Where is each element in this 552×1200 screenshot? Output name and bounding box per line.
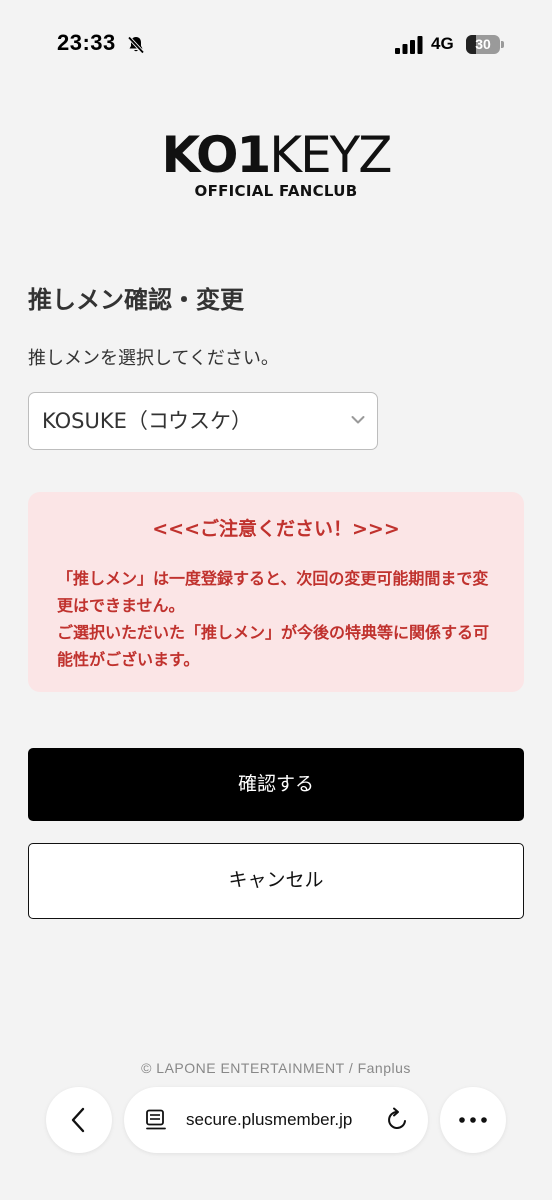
address-bar[interactable]: secure.plusmember.jp bbox=[124, 1087, 428, 1153]
logo-part-light: KEYZ bbox=[269, 126, 392, 184]
cancel-button[interactable]: キャンセル bbox=[28, 843, 524, 919]
confirm-button[interactable]: 確認する bbox=[28, 748, 524, 821]
logo-subtitle: OFFICIAL FANCLUB bbox=[194, 182, 358, 200]
network-label: 4G bbox=[431, 34, 454, 53]
logo-wordmark: KO1KEYZ bbox=[0, 128, 552, 182]
copyright-text: © LAPONE ENTERTAINMENT / Fanplus bbox=[141, 1060, 411, 1076]
page-title: 推しメン確認・変更 bbox=[28, 286, 244, 314]
notice-body: 「推しメン」は一度登録すると、次回の変更可能期間まで変更はできません。 ご選択い… bbox=[57, 569, 490, 669]
reload-icon[interactable] bbox=[384, 1107, 410, 1133]
member-select[interactable]: KOSUKE（コウスケ） bbox=[28, 392, 378, 450]
status-bar: 23:33 4G 30 bbox=[0, 0, 552, 90]
chevron-down-icon bbox=[351, 416, 365, 424]
battery-level: 30 bbox=[475, 36, 491, 52]
more-button[interactable] bbox=[440, 1087, 506, 1153]
more-icon bbox=[459, 1117, 487, 1123]
logo-part-bold: KO1 bbox=[161, 126, 272, 184]
notice-box: <<<ご注意ください！>>> 「推しメン」は一度登録すると、次回の変更可能期間ま… bbox=[28, 492, 524, 692]
fanclub-logo: KO1KEYZ OFFICIAL FANCLUB bbox=[0, 128, 552, 200]
page-icon bbox=[146, 1109, 166, 1130]
bell-slash-icon bbox=[127, 36, 145, 54]
instruction-text: 推しメンを選択してください。 bbox=[28, 348, 279, 369]
battery-tip bbox=[501, 41, 504, 48]
url-text: secure.plusmember.jp bbox=[186, 1110, 353, 1129]
notice-title: <<<ご注意ください！>>> bbox=[152, 518, 400, 540]
status-time: 23:33 bbox=[57, 30, 116, 55]
back-button[interactable] bbox=[46, 1087, 112, 1153]
back-icon bbox=[71, 1107, 85, 1133]
member-select-value: KOSUKE（コウスケ） bbox=[42, 409, 253, 433]
signal-icon bbox=[395, 36, 423, 54]
battery-icon: 30 bbox=[466, 35, 500, 54]
